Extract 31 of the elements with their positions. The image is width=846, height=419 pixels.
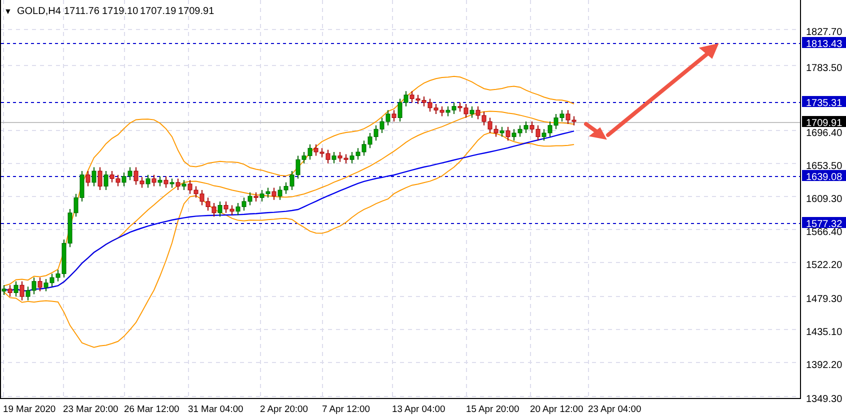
time-axis-label: 31 Mar 04:00 [188,403,244,414]
price-axis-label: 1653.50 [806,161,842,172]
price-axis-label: 1783.50 [806,63,842,74]
time-axis-label: 19 Mar 2020 [3,403,56,414]
symbol-label: GOLD,H4 [17,6,61,17]
price-axis-label: 1392.20 [806,360,842,371]
time-axis-label: 13 Apr 04:00 [392,403,446,414]
time-axis-label: 7 Apr 12:00 [322,403,370,414]
ohlc-value: 1709.91 [178,6,214,17]
price-axis-label: 1479.30 [806,294,842,305]
price-axis-label: 1566.40 [806,227,842,238]
ohlc-value: 1719.10 [102,6,138,17]
time-axis-label: 23 Apr 04:00 [588,403,642,414]
price-axis-label: 1522.20 [806,260,842,271]
ohlc-value: 1711.76 [64,6,100,17]
price-axis-label: 1349.30 [806,394,842,405]
time-axis-label: 23 Mar 20:00 [63,403,118,414]
time-axis-label: 2 Apr 20:00 [260,403,308,414]
time-axis-label: 20 Apr 12:00 [530,403,584,414]
ohlc-value: 1707.19 [140,6,176,17]
current-price-tag: 1709.91 [802,116,846,129]
level-price-tag: 1735.31 [802,96,846,109]
level-price-tag: 1639.08 [802,170,846,183]
level-price-tag: 1813.43 [802,37,846,50]
price-axis-label: 1609.30 [806,194,842,205]
price-axis-label: 1827.70 [806,27,842,38]
price-axis-label: 1696.40 [806,128,842,139]
time-axis-label: 15 Apr 20:00 [466,403,520,414]
price-axis-label: 1435.10 [806,327,842,338]
dropdown-marker[interactable]: ▼ [4,7,12,16]
time-axis-label: 26 Mar 12:00 [124,403,180,414]
